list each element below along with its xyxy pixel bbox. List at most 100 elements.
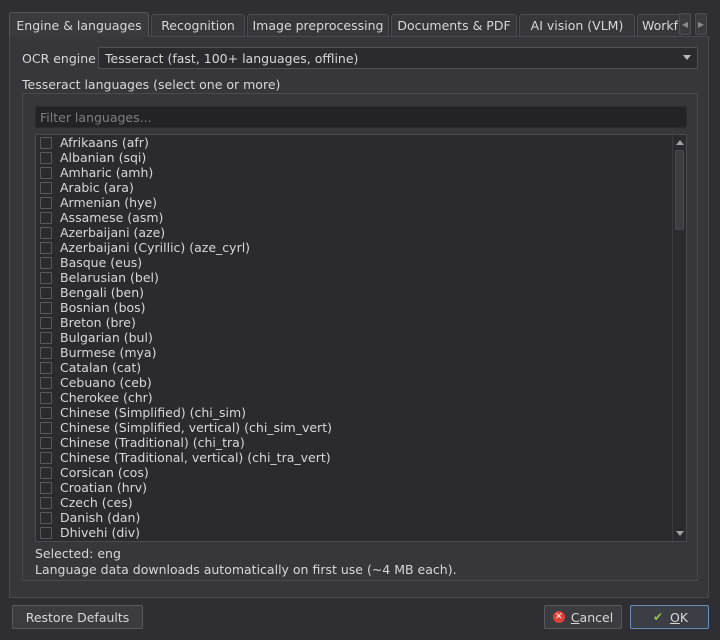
ocr-engine-select[interactable]: Tesseract (fast, 100+ languages, offline… — [98, 47, 698, 69]
language-checkbox[interactable] — [40, 331, 52, 344]
language-list-item[interactable]: Czech (ces) — [36, 495, 672, 510]
language-list-item[interactable]: Armenian (hye) — [36, 195, 672, 210]
language-list-item[interactable]: Afrikaans (afr) — [36, 135, 672, 150]
language-checkbox[interactable] — [40, 511, 52, 524]
language-checkbox[interactable] — [40, 301, 52, 314]
languages-list-items: Afrikaans (afr) Albanian (sqi) Amharic (am… — [36, 135, 672, 540]
language-checkbox[interactable] — [40, 286, 52, 299]
ok-mnemonic: O — [669, 609, 680, 625]
language-label: Czech (ces) — [60, 495, 133, 510]
language-checkbox[interactable] — [40, 406, 52, 419]
language-list-item[interactable]: Bulgarian (bul) — [36, 330, 672, 345]
tab-engine-languages[interactable]: Engine & languages — [9, 12, 149, 37]
language-checkbox[interactable] — [40, 166, 52, 179]
ocr-engine-value: Tesseract (fast, 100+ languages, offline… — [105, 50, 359, 66]
language-list-item[interactable]: Basque (eus) — [36, 255, 672, 270]
language-list-item[interactable]: Cherokee (chr) — [36, 390, 672, 405]
tab-documents-pdf[interactable]: Documents & PDF — [391, 14, 517, 36]
language-label: Burmese (mya) — [60, 345, 157, 360]
tab-ai-vision[interactable]: AI vision (VLM) — [519, 14, 635, 36]
filter-languages-input[interactable] — [35, 106, 687, 128]
language-list-item[interactable]: Chinese (Simplified, vertical) (chi_sim_… — [36, 420, 672, 435]
language-label: Chinese (Traditional, vertical) (chi_tra… — [60, 450, 331, 465]
restore-defaults-button[interactable]: Restore Defaults — [12, 605, 143, 629]
scroll-down-arrow-icon[interactable] — [676, 531, 684, 536]
language-checkbox[interactable] — [40, 181, 52, 194]
language-checkbox[interactable] — [40, 256, 52, 269]
tab-page-engine-languages: OCR engine Tesseract (fast, 100+ languag… — [9, 36, 709, 598]
language-checkbox[interactable] — [40, 451, 52, 464]
language-label: Assamese (asm) — [60, 210, 164, 225]
language-list-item[interactable]: Bosnian (bos) — [36, 300, 672, 315]
tab-scroll-left-button[interactable]: ◀ — [679, 13, 691, 35]
language-label: Chinese (Simplified) (chi_sim) — [60, 405, 247, 420]
language-checkbox[interactable] — [40, 211, 52, 224]
languages-group: Afrikaans (afr)Albanian (sqi)Amharic (am… — [22, 93, 698, 581]
checkmark-icon: ✔ — [652, 610, 663, 624]
language-checkbox[interactable] — [40, 136, 52, 149]
language-list-item[interactable]: Bengali (ben) — [36, 285, 672, 300]
language-label: Croatian (hrv) — [60, 480, 148, 495]
language-list-item[interactable]: Breton (bre) — [36, 315, 672, 330]
language-checkbox[interactable] — [40, 391, 52, 404]
language-list-item[interactable]: Chinese (Simplified) (chi_sim) — [36, 405, 672, 420]
language-label: Catalan (cat) — [60, 360, 142, 375]
language-checkbox[interactable] — [40, 496, 52, 509]
language-list-item[interactable]: Azerbaijani (aze) — [36, 225, 672, 240]
restore-defaults-label: Restore Defaults — [25, 609, 130, 625]
language-checkbox[interactable] — [40, 316, 52, 329]
languages-scrollbar[interactable] — [672, 135, 686, 541]
language-label: Albanian (sqi) — [60, 150, 147, 165]
language-checkbox[interactable] — [40, 376, 52, 389]
download-note-text: Language data downloads automatically on… — [35, 562, 457, 577]
language-checkbox[interactable] — [40, 271, 52, 284]
language-list-item[interactable]: Danish (dan) — [36, 510, 672, 525]
language-list-item[interactable]: Belarusian (bel) — [36, 270, 672, 285]
tab-scroll-right-button[interactable]: ▶ — [695, 13, 707, 35]
language-list-item[interactable]: Catalan (cat) — [36, 360, 672, 375]
tab-workflow[interactable]: Workf — [637, 14, 681, 36]
language-checkbox[interactable] — [40, 421, 52, 434]
chevron-down-icon — [683, 55, 691, 60]
language-list-item[interactable]: Arabic (ara) — [36, 180, 672, 195]
languages-list[interactable]: Afrikaans (afr) Albanian (sqi) Amharic (am… — [35, 134, 687, 542]
scrollbar-thumb[interactable] — [675, 150, 684, 230]
tab-recognition[interactable]: Recognition — [151, 14, 245, 36]
language-checkbox[interactable] — [40, 466, 52, 479]
language-list-item[interactable]: Albanian (sqi) — [36, 150, 672, 165]
language-checkbox[interactable] — [40, 361, 52, 374]
language-list-item[interactable]: Chinese (Traditional, vertical) (chi_tra… — [36, 450, 672, 465]
language-label: Breton (bre) — [60, 315, 136, 330]
ok-button[interactable]: ✔ OK — [630, 605, 709, 629]
language-label: Bengali (ben) — [60, 285, 145, 300]
language-checkbox[interactable] — [40, 196, 52, 209]
tab-label: Image preprocessing — [252, 18, 384, 33]
language-label: Chinese (Traditional) (chi_tra) — [60, 435, 245, 450]
language-list-item[interactable]: Azerbaijani (Cyrillic) (aze_cyrl) — [36, 240, 672, 255]
language-list-item[interactable]: Cebuano (ceb) — [36, 375, 672, 390]
language-checkbox[interactable] — [40, 226, 52, 239]
language-checkbox[interactable] — [40, 481, 52, 494]
language-checkbox[interactable] — [40, 151, 52, 164]
language-label: Bosnian (bos) — [60, 300, 146, 315]
tab-image-preprocessing[interactable]: Image preprocessing — [247, 14, 389, 36]
language-list-item[interactable]: Corsican (cos) — [36, 465, 672, 480]
language-checkbox[interactable] — [40, 526, 52, 539]
language-label: Cebuano (ceb) — [60, 375, 152, 390]
language-list-item[interactable]: Croatian (hrv) — [36, 480, 672, 495]
language-list-item[interactable]: Amharic (amh) — [36, 165, 672, 180]
scroll-up-arrow-icon[interactable] — [676, 140, 684, 145]
language-label: Danish (dan) — [60, 510, 141, 525]
language-checkbox[interactable] — [40, 346, 52, 359]
language-checkbox[interactable] — [40, 436, 52, 449]
language-list-item[interactable]: Chinese (Traditional) (chi_tra) — [36, 435, 672, 450]
cancel-button[interactable]: ✕ Cancel — [544, 605, 622, 629]
language-list-item[interactable]: Dhivehi (div) — [36, 525, 672, 540]
language-list-item[interactable]: Burmese (mya) — [36, 345, 672, 360]
language-label: Corsican (cos) — [60, 465, 149, 480]
language-list-item[interactable]: Assamese (asm) — [36, 210, 672, 225]
language-checkbox[interactable] — [40, 241, 52, 254]
language-label: Chinese (Simplified, vertical) (chi_sim_… — [60, 420, 332, 435]
tab-label: Documents & PDF — [397, 18, 511, 33]
selected-languages-text: Selected: eng — [35, 546, 121, 561]
